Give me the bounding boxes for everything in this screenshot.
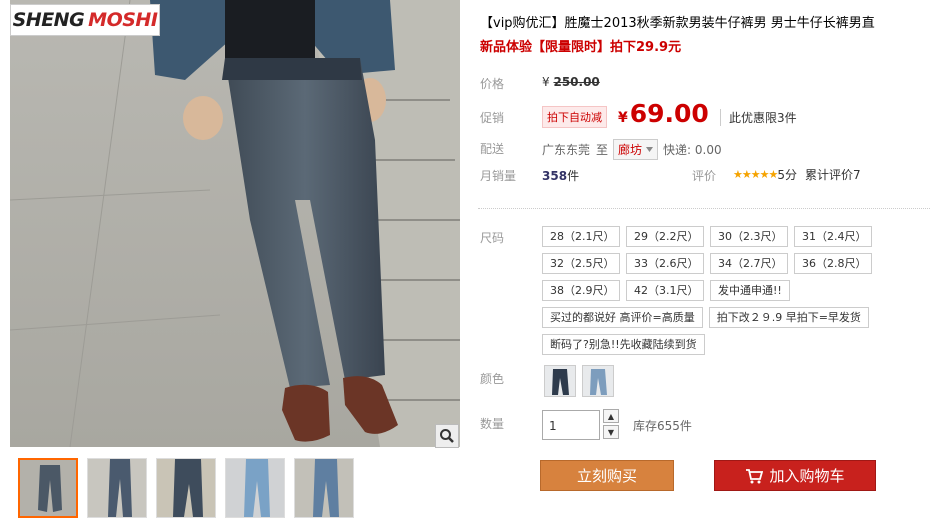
product-title: 【vip购优汇】胜魔士2013秋季新款男装牛仔裤男 男士牛仔长裤男直: [480, 16, 875, 31]
rating-label: 评价: [692, 169, 717, 183]
buy-now-button[interactable]: 立刻购买: [540, 460, 674, 491]
original-price: ¥ 250.00: [542, 75, 600, 89]
quantity-stepper: 1 ▲ ▼ 库存655件: [542, 409, 692, 441]
rating-score: 5分: [777, 168, 797, 182]
size-option[interactable]: 发中通申通!!: [710, 280, 790, 301]
size-option[interactable]: 36（2.8尺）: [794, 253, 872, 274]
size-option[interactable]: 31（2.4尺）: [794, 226, 872, 247]
size-option[interactable]: 30（2.3尺）: [710, 226, 788, 247]
thumbnail-strip: [18, 458, 354, 518]
monthly-sales-unit: 件: [567, 169, 580, 183]
shipping-info: 广东东莞 至 廊坊 快递: 0.00: [542, 139, 722, 160]
size-option[interactable]: 33（2.6尺）: [626, 253, 704, 274]
size-options: 28（2.1尺） 29（2.2尺） 30（2.3尺） 31（2.4尺） 32（2…: [542, 226, 882, 361]
product-subtitle: 新品体验【限量限时】拍下29.9元: [480, 40, 682, 55]
shipping-from: 广东东莞: [542, 143, 591, 157]
promo-price: ¥69.00: [618, 99, 709, 128]
monthly-sales-label: 月销量: [480, 169, 517, 183]
size-option[interactable]: 42（3.1尺）: [626, 280, 704, 301]
color-swatch-dark-blue[interactable]: [544, 365, 576, 397]
quantity-label: 数量: [480, 417, 505, 431]
quantity-input[interactable]: 1: [542, 410, 600, 440]
brand-logo-part2: MOSHI: [88, 9, 158, 31]
main-product-photo[interactable]: [10, 0, 460, 447]
size-option[interactable]: 28（2.1尺）: [542, 226, 620, 247]
color-label: 颜色: [480, 372, 505, 386]
shipping-destination-select[interactable]: 廊坊: [613, 139, 659, 160]
price-label: 价格: [480, 77, 505, 91]
shipping-label: 配送: [480, 142, 505, 156]
size-option[interactable]: 32（2.5尺）: [542, 253, 620, 274]
monthly-sales: 358件: [542, 167, 579, 184]
divider: [478, 208, 930, 209]
thumbnail-5[interactable]: [294, 458, 354, 518]
thumbnail-4[interactable]: [225, 458, 285, 518]
shipping-to-word: 至: [596, 143, 609, 157]
original-price-value: 250.00: [553, 75, 600, 89]
increment-icon[interactable]: ▲: [603, 409, 619, 423]
promo-price-value: 69.00: [629, 99, 709, 128]
promo-price-currency: ¥: [618, 110, 628, 126]
size-label: 尺码: [480, 231, 505, 245]
brand-logo-part1: SHENG: [12, 9, 85, 31]
size-option[interactable]: 29（2.2尺）: [626, 226, 704, 247]
promo-label: 促销: [480, 111, 505, 125]
original-price-currency: ¥: [542, 75, 550, 89]
color-options: [544, 365, 614, 397]
size-option[interactable]: 买过的都说好 高评价=高质量: [542, 307, 703, 328]
rating-total-link[interactable]: 累计评价7: [805, 166, 861, 183]
shipping-fee: 快递: 0.00: [663, 143, 722, 157]
thumbnail-1[interactable]: [18, 458, 78, 518]
promo-tag: 拍下自动减: [542, 106, 607, 128]
product-info-panel: 【vip购优汇】胜魔士2013秋季新款男装牛仔裤男 男士牛仔长裤男直 新品体验【…: [478, 0, 930, 523]
chevron-down-icon: [646, 147, 654, 152]
zoom-icon[interactable]: [435, 424, 459, 448]
size-option[interactable]: 38（2.9尺）: [542, 280, 620, 301]
promo-limit-note: 此优惠限3件: [720, 109, 797, 126]
buy-now-label: 立刻购买: [576, 467, 637, 485]
monthly-sales-count: 358: [542, 169, 568, 183]
thumbnail-3[interactable]: [156, 458, 216, 518]
rating: ★★★★★ 5分 累计评价7: [733, 166, 861, 183]
cart-icon: [746, 468, 764, 483]
thumbnail-2[interactable]: [87, 458, 147, 518]
size-option[interactable]: 断码了?别急!!先收藏陆续到货: [542, 334, 705, 355]
color-swatch-light-blue[interactable]: [582, 365, 614, 397]
size-option[interactable]: 34（2.7尺）: [710, 253, 788, 274]
add-to-cart-label: 加入购物车: [769, 467, 845, 485]
size-option[interactable]: 拍下改２９.9 早拍下=早发货: [708, 307, 869, 328]
brand-logo: SHENG MOSHI: [10, 4, 160, 36]
rating-stars-icon: ★★★★★: [733, 168, 778, 181]
decrement-icon[interactable]: ▼: [603, 425, 619, 439]
shipping-destination-value: 廊坊: [618, 143, 643, 157]
stock-count: 库存655件: [633, 418, 692, 433]
add-to-cart-button[interactable]: 加入购物车: [714, 460, 876, 491]
